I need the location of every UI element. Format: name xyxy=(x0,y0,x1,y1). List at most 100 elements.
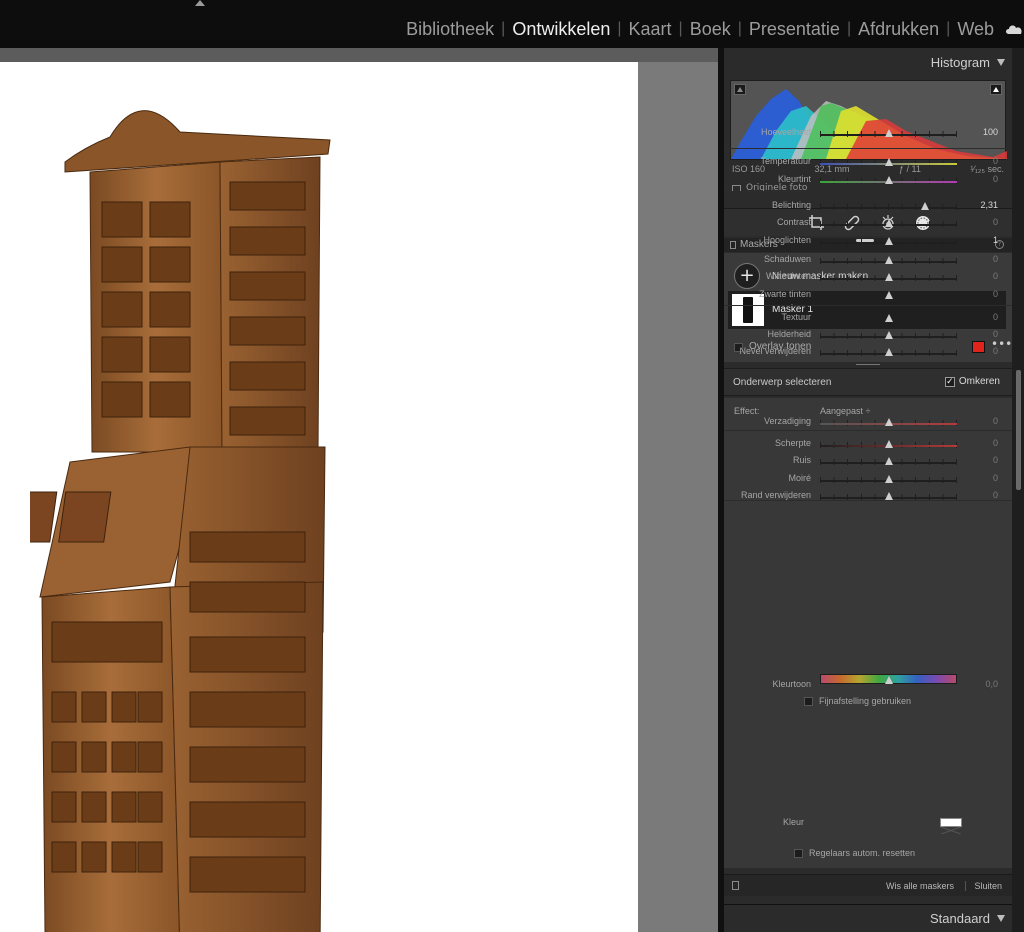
mask-footer: Wis alle maskers Sluiten xyxy=(724,874,1012,896)
slider-thumb[interactable] xyxy=(884,219,893,227)
collapse-top-panel-icon[interactable] xyxy=(195,0,205,6)
module-slideshow[interactable]: Presentatie xyxy=(749,19,840,40)
mask-toggle-icon[interactable] xyxy=(732,881,739,890)
slider-value[interactable]: 0 xyxy=(993,271,998,281)
no-color-icon xyxy=(940,826,962,835)
invert-label: Omkeren xyxy=(958,376,1000,387)
slider-value[interactable]: 0 xyxy=(993,156,998,166)
slider-value[interactable]: 2,31 xyxy=(980,200,998,210)
slider-value[interactable]: 1 xyxy=(993,235,998,245)
slider-hooglichten: Hooglichten 1 xyxy=(724,234,1012,250)
fine-adjust-label: Fijnafstelling gebruiken xyxy=(819,696,912,706)
slider-value[interactable]: 0 xyxy=(993,254,998,264)
photo-viewer[interactable] xyxy=(0,48,718,932)
slider-value[interactable]: 0 xyxy=(993,455,998,465)
auto-reset-toggle[interactable]: Regelaars autom. resetten xyxy=(794,848,915,858)
slider-thumb[interactable] xyxy=(884,314,893,322)
hue-slider[interactable] xyxy=(820,674,957,684)
panel-scrollbar-thumb[interactable] xyxy=(1016,370,1021,490)
slider-thumb[interactable] xyxy=(884,348,893,356)
module-picker: Bibliotheek | Ontwikkelen | Kaart | Boek… xyxy=(406,17,1024,41)
collapse-histogram-icon[interactable] xyxy=(997,59,1005,66)
slider-nevel-verwijderen: Nevel verwijderen 0 xyxy=(724,345,1012,361)
photo[interactable] xyxy=(0,62,638,932)
resize-grip-icon[interactable] xyxy=(856,364,880,365)
panel-scrollbar[interactable] xyxy=(1012,48,1024,932)
slider-verzadiging: Verzadiging 0 xyxy=(724,415,1012,431)
slider-zwarte-tinten: Zwarte tinten 0 xyxy=(724,288,1012,304)
hue-label: Kleurtoon xyxy=(772,679,811,689)
invert-checkbox[interactable]: ✓ xyxy=(944,376,955,387)
highlight-clipping-toggle[interactable] xyxy=(990,84,1002,95)
slider-value[interactable]: 0 xyxy=(993,490,998,500)
color-label: Kleur xyxy=(782,817,804,827)
slider-value[interactable]: 0 xyxy=(993,312,998,322)
standard-panel-header[interactable]: Standaard xyxy=(724,904,1012,932)
auto-reset-checkbox[interactable] xyxy=(794,848,803,858)
slider-label: Textuur xyxy=(781,312,811,322)
slider-thumb[interactable] xyxy=(884,331,893,339)
slider-value[interactable]: 0 xyxy=(993,473,998,483)
slider-thumb[interactable] xyxy=(921,202,930,210)
slider-textuur: Textuur 0 xyxy=(724,311,1012,327)
slider-label: Moiré xyxy=(788,473,811,483)
slider-thumb[interactable] xyxy=(884,440,893,448)
invert-toggle[interactable]: ✓ Omkeren xyxy=(944,376,1000,387)
lightroom-window: Bibliotheek | Ontwikkelen | Kaart | Boek… xyxy=(0,0,1024,932)
slider-thumb[interactable] xyxy=(884,273,893,281)
fine-adjust-checkbox[interactable] xyxy=(804,696,813,706)
color-swatch[interactable] xyxy=(940,818,962,835)
clear-all-masks-button[interactable]: Wis alle maskers xyxy=(886,881,954,891)
module-library[interactable]: Bibliotheek xyxy=(406,19,494,40)
cloud-icon[interactable] xyxy=(1004,23,1024,35)
slider-label: Belichting xyxy=(771,200,811,210)
module-develop[interactable]: Ontwikkelen xyxy=(512,19,610,40)
collapse-standard-icon[interactable] xyxy=(997,915,1005,922)
slider-value[interactable]: 0 xyxy=(993,289,998,299)
slider-label: Contrast xyxy=(776,217,811,227)
slider-label: Witte tinten xyxy=(765,271,811,281)
develop-panel: Histogram ISO 160 32,1 mm ƒ / 11 ¹⁄₁₂₅ s… xyxy=(724,48,1012,932)
slider-thumb[interactable] xyxy=(884,418,893,426)
slider-label: Zwarte tinten xyxy=(758,289,811,299)
slider-value[interactable]: 0 xyxy=(993,416,998,426)
slider-thumb[interactable] xyxy=(884,291,893,299)
cabinet-photo xyxy=(30,110,331,932)
module-map[interactable]: Kaart xyxy=(629,19,672,40)
module-book[interactable]: Boek xyxy=(690,19,731,40)
slider-thumb[interactable] xyxy=(884,457,893,465)
slider-label: Hooglichten xyxy=(763,235,811,245)
slider-value[interactable]: 0 xyxy=(993,329,998,339)
slider-thumb[interactable] xyxy=(884,176,893,184)
slider-belichting: Belichting 2,31 xyxy=(724,199,1012,215)
slider-thumb[interactable] xyxy=(884,475,893,483)
slider-value[interactable]: 0 xyxy=(993,346,998,356)
module-web[interactable]: Web xyxy=(957,19,994,40)
slider-thumb[interactable] xyxy=(884,492,893,500)
slider-thumb[interactable] xyxy=(884,256,893,264)
slider-thumb[interactable] xyxy=(884,158,893,166)
fine-adjust-toggle[interactable]: Fijnafstelling gebruiken xyxy=(804,696,911,706)
slider-ruis: Ruis 0 xyxy=(724,454,1012,470)
slider-value[interactable]: 0 xyxy=(993,438,998,448)
color-row: Kleur xyxy=(724,816,1012,835)
slider-thumb[interactable] xyxy=(884,129,893,137)
module-print[interactable]: Afdrukken xyxy=(858,19,939,40)
slider-value[interactable]: 0 xyxy=(993,217,998,227)
standard-title: Standaard xyxy=(930,911,990,926)
slider-hoeveelheid: Hoeveelheid 100 xyxy=(724,126,1012,142)
histogram-title[interactable]: Histogram xyxy=(931,55,990,70)
hue-value[interactable]: 0,0 xyxy=(985,679,998,689)
triangle-icon xyxy=(737,87,743,92)
slider-thumb[interactable] xyxy=(884,237,893,245)
slider-label: Hoeveelheid xyxy=(760,127,811,137)
slider-label: Temperatuur xyxy=(760,156,811,166)
subject-select-row: Onderwerp selecteren ✓ Omkeren xyxy=(724,368,1012,396)
slider-value[interactable]: 0 xyxy=(993,174,998,184)
slider-track[interactable] xyxy=(820,207,957,209)
hue-thumb[interactable] xyxy=(884,676,893,684)
shadow-clipping-toggle[interactable] xyxy=(734,84,746,95)
slider-moir: Moiré 0 xyxy=(724,472,1012,488)
slider-value[interactable]: 100 xyxy=(983,127,998,137)
close-button[interactable]: Sluiten xyxy=(974,881,1002,891)
